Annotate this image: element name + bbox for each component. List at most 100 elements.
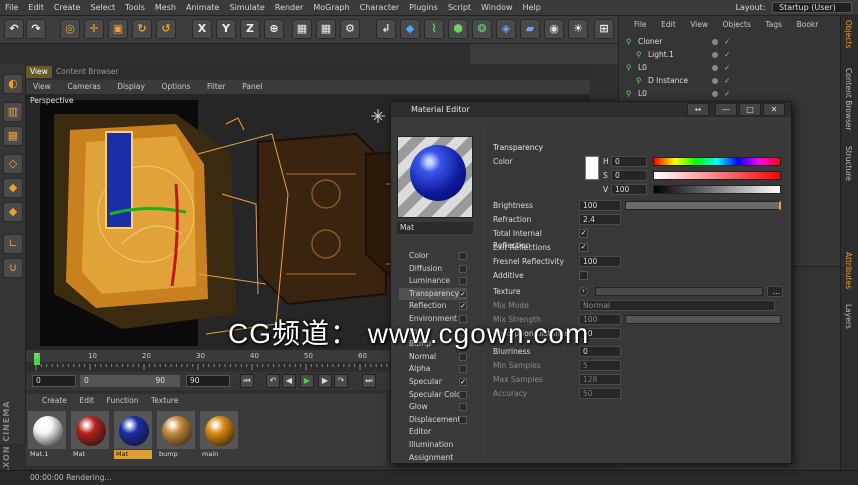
channel-diffusion[interactable]: Diffusion <box>399 263 467 275</box>
obj-menu-view[interactable]: View <box>684 18 714 32</box>
visibility-dot-icon[interactable] <box>712 78 718 84</box>
end-frame-field[interactable]: 90 <box>186 375 230 387</box>
model-mode-button[interactable]: ▥ <box>3 102 23 122</box>
recent-tool-button[interactable]: ↺ <box>156 19 176 39</box>
minimize-icon[interactable]: — <box>715 103 737 116</box>
render-picture-viewer-button[interactable]: ▦ <box>316 19 336 39</box>
side-tab-attributes[interactable]: Attributes <box>844 252 853 289</box>
y-axis-button[interactable]: Y <box>216 19 236 39</box>
viewport-menu-filter[interactable]: Filter <box>200 80 233 94</box>
goto-end-icon[interactable]: ⏭ <box>362 374 376 388</box>
menu-create[interactable]: Create <box>49 0 86 16</box>
texture-arrow-icon[interactable]: › <box>579 287 588 296</box>
channel-checkbox[interactable] <box>459 277 467 286</box>
param-value-field[interactable]: 100 <box>579 200 621 211</box>
scene-object-button[interactable]: ◈ <box>496 19 516 39</box>
mat-menu-create[interactable]: Create <box>26 395 72 406</box>
start-frame-field[interactable]: 0 <box>32 375 76 387</box>
menu-help[interactable]: Help <box>518 0 546 16</box>
deformer-button[interactable]: ❂ <box>472 19 492 39</box>
mat-menu-texture[interactable]: Texture <box>146 395 183 406</box>
undo-button[interactable]: ↶ <box>4 19 24 39</box>
channel-transparency[interactable]: Transparency ✓ <box>399 287 467 300</box>
z-axis-button[interactable]: Z <box>240 19 260 39</box>
menu-script[interactable]: Script <box>443 0 476 16</box>
obj-menu-file[interactable]: File <box>618 18 653 32</box>
mix-strength-slider[interactable] <box>625 315 781 324</box>
side-tab-structure[interactable]: Structure <box>844 146 853 181</box>
hsv-gradient-slider[interactable] <box>653 171 781 180</box>
material-thumbnail[interactable] <box>114 411 152 449</box>
camera-button[interactable]: ◉ <box>544 19 564 39</box>
channel-checkbox[interactable] <box>459 264 467 273</box>
object-row[interactable]: ⚲ L0 ✓ <box>620 62 840 74</box>
rotate-tool-button[interactable]: ↻ <box>132 19 152 39</box>
scale-tool-button[interactable]: ▣ <box>108 19 128 39</box>
close-icon[interactable]: ✕ <box>763 103 785 116</box>
object-row[interactable]: ⚲ Cloner ✓ <box>620 36 840 48</box>
hsv-gradient-slider[interactable] <box>653 157 781 166</box>
obj-menu-tags[interactable]: Tags <box>759 18 788 32</box>
channel-checkbox[interactable]: ✓ <box>459 302 467 311</box>
menu-window[interactable]: Window <box>476 0 518 16</box>
visibility-dot-icon[interactable] <box>712 52 718 58</box>
blur-value-field[interactable]: 5 <box>579 360 621 371</box>
material-name-field[interactable]: Mat <box>397 222 473 234</box>
menu-tools[interactable]: Tools <box>120 0 150 16</box>
channel-checkbox[interactable] <box>459 403 467 412</box>
tab-content-browser[interactable]: Content Browser <box>52 66 123 78</box>
texture-mode-button[interactable]: ▦ <box>3 126 23 146</box>
obj-menu-edit[interactable]: Edit <box>655 18 682 32</box>
mat-menu-edit[interactable]: Edit <box>74 395 99 406</box>
prev-frame-icon[interactable]: ◀ <box>282 374 296 388</box>
enabled-check-icon[interactable]: ✓ <box>724 49 730 61</box>
enabled-check-icon[interactable]: ✓ <box>724 88 730 100</box>
channel-checkbox[interactable] <box>459 252 467 260</box>
menu-render[interactable]: Render <box>270 0 308 16</box>
side-tab-layers[interactable]: Layers <box>844 304 853 329</box>
visibility-dot-icon[interactable] <box>712 65 718 71</box>
channel-checkbox[interactable]: ✓ <box>459 378 467 386</box>
tab-view[interactable]: View <box>26 66 52 78</box>
viewport-menu-display[interactable]: Display <box>110 80 152 94</box>
viewport-menu-cameras[interactable]: Cameras <box>60 80 107 94</box>
channel-editor[interactable]: Editor <box>399 426 467 438</box>
param-checkbox[interactable]: ✓ <box>579 243 588 252</box>
material-preview[interactable] <box>397 136 473 218</box>
hsv-gradient-slider[interactable] <box>653 185 781 194</box>
edges-mode-button[interactable]: ◆ <box>3 178 23 198</box>
channel-luminance[interactable]: Luminance <box>399 275 467 287</box>
polygons-mode-button[interactable]: ◆ <box>3 202 23 222</box>
enabled-check-icon[interactable]: ✓ <box>724 62 730 74</box>
channel-checkbox[interactable]: ✓ <box>459 289 467 298</box>
enabled-check-icon[interactable]: ✓ <box>724 75 730 87</box>
blur-value-field[interactable]: 50 <box>579 388 621 399</box>
param-value-field[interactable]: 2.4 <box>579 214 621 225</box>
make-editable-button[interactable]: ◐ <box>3 74 23 94</box>
object-row[interactable]: ⚲ D Instance ✓ <box>620 75 840 87</box>
channel-displacement[interactable]: Displacement <box>399 414 467 426</box>
spline-tool-button[interactable]: ↲ <box>376 19 396 39</box>
move-tool-button[interactable]: ✛ <box>84 19 104 39</box>
channel-illumination[interactable]: Illumination <box>399 439 467 451</box>
channel-checkbox[interactable] <box>459 365 467 374</box>
menu-select[interactable]: Select <box>85 0 120 16</box>
mix-mode-select[interactable]: Normal <box>579 300 775 311</box>
mat-menu-function[interactable]: Function <box>102 395 144 406</box>
menu-file[interactable]: File <box>0 0 23 16</box>
snap-button[interactable]: ∪ <box>3 258 23 278</box>
object-row[interactable]: ⚲ L0 ✓ <box>620 88 840 100</box>
channel-specular[interactable]: Specular ✓ <box>399 376 467 388</box>
material-thumbnail[interactable] <box>157 411 195 449</box>
layout-dropdown[interactable]: Startup (User) <box>772 2 852 13</box>
param-checkbox[interactable] <box>579 271 588 280</box>
viewport-menu-view[interactable]: View <box>26 80 58 94</box>
param-value-field[interactable]: 100 <box>579 256 621 267</box>
render-view-button[interactable]: ▦ <box>292 19 312 39</box>
blur-value-field[interactable]: 128 <box>579 374 621 385</box>
edit-mode-button[interactable]: ⊞ <box>594 19 614 39</box>
param-checkbox[interactable]: ✓ <box>579 229 588 238</box>
channel-reflection[interactable]: Reflection ✓ <box>399 300 467 312</box>
channel-assignment[interactable]: Assignment <box>399 452 467 464</box>
goto-start-icon[interactable]: ⏮ <box>240 374 254 388</box>
